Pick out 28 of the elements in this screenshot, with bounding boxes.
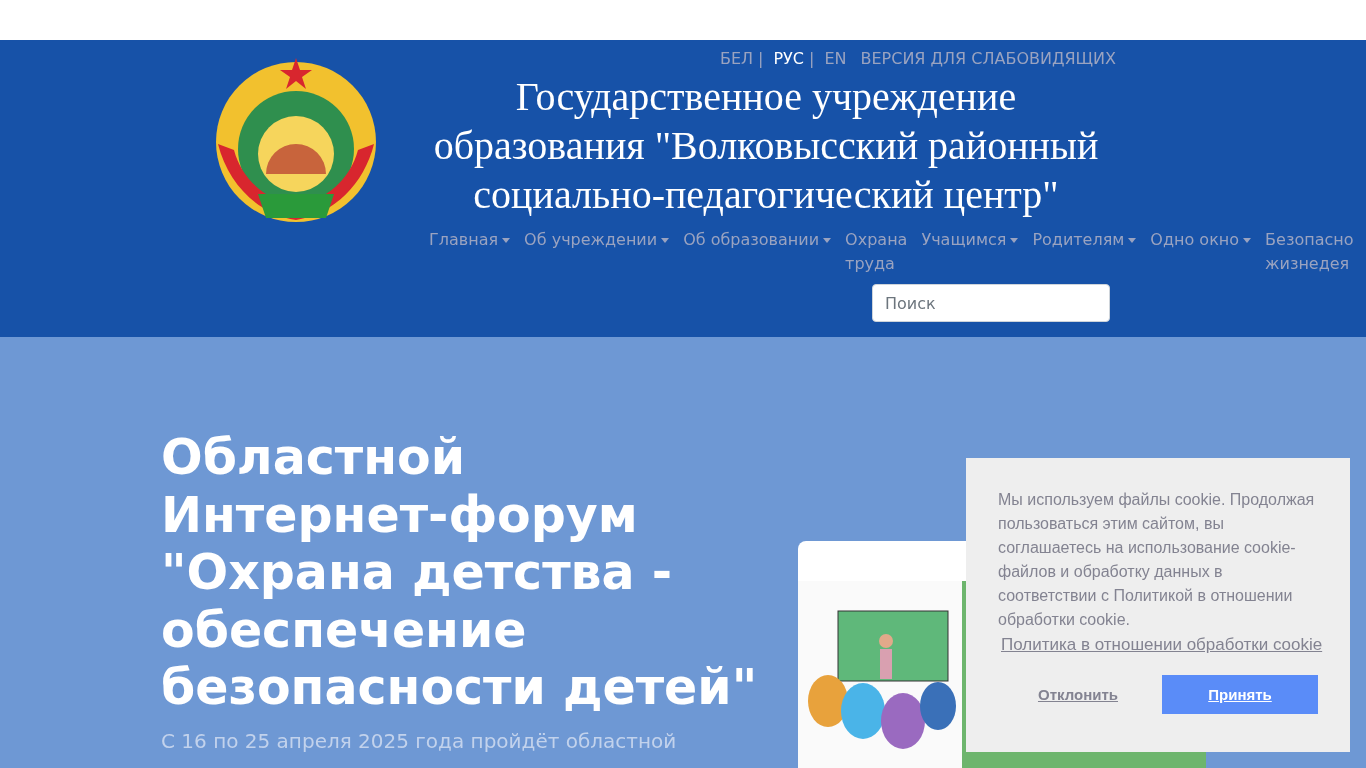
search-field[interactable]: Поиск: [872, 284, 1110, 322]
accessibility-link[interactable]: ВЕРСИЯ ДЛЯ СЛАБОВИДЯЩИХ: [860, 49, 1116, 68]
caret-icon: [823, 238, 832, 243]
decline-button[interactable]: Отклонить: [1000, 675, 1156, 714]
nav-link[interactable]: Об образовании: [676, 228, 839, 276]
nav-link[interactable]: Учащимся: [914, 228, 1026, 276]
language-separator: |: [809, 49, 815, 68]
language-link[interactable]: EN: [824, 49, 847, 68]
accept-button[interactable]: Принять: [1162, 675, 1318, 714]
caret-icon: [661, 238, 670, 243]
language-link[interactable]: РУС: [773, 49, 804, 68]
caret-icon: [1128, 238, 1137, 243]
nav-link[interactable]: Безопасно жизнедея: [1258, 228, 1361, 276]
caret-icon: [502, 238, 511, 243]
cookie-message: Мы используем файлы cookie. Продолжая пользоваться этим сайтом, вы соглашаетесь на использование cookie-файлов и обработку данных в соответствии с Политикой в отношении обработки cookie.: [998, 490, 1316, 630]
nav-link[interactable]: Об учреждении: [517, 228, 677, 276]
hero-title: Областной Интернет-форум "Охрана детства - обеспечение безопасности детей": [161, 429, 759, 717]
hero-text: С 16 по 25 апреля 2025 года пройдёт областной: [161, 728, 678, 753]
language-separator: |: [758, 49, 764, 68]
cookie-policy-link[interactable]: Политика в отношении обработки cookie: [1001, 635, 1323, 655]
nav-link[interactable]: Охрана труда: [838, 228, 915, 276]
nav-link[interactable]: Родителям: [1025, 228, 1144, 276]
nav-link[interactable]: Главная: [422, 228, 518, 276]
site-title: Государственное учреждение образования "Волковысский районный социально-педагогический центр": [432, 73, 1100, 219]
language-link[interactable]: БЕЛ: [719, 49, 754, 68]
caret-icon: [1010, 238, 1019, 243]
caret-icon: [1243, 238, 1252, 243]
nav-link[interactable]: Одно окно: [1143, 228, 1259, 276]
